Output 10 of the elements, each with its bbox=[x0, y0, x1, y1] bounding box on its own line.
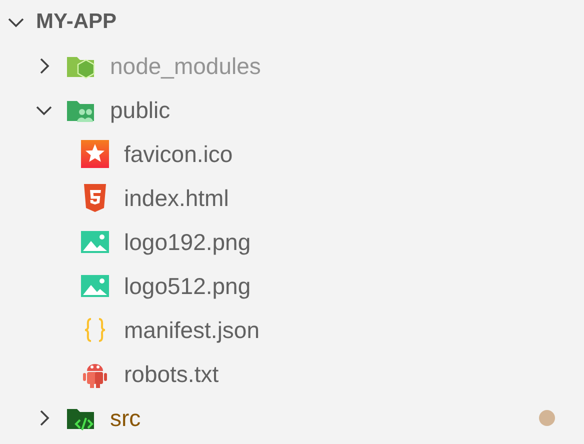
file-name[interactable]: logo512.png bbox=[124, 272, 251, 300]
file-name[interactable]: robots.txt bbox=[124, 360, 219, 388]
folder-name[interactable]: src bbox=[110, 404, 141, 432]
file-name[interactable]: manifest.json bbox=[124, 316, 260, 344]
modified-dot bbox=[539, 410, 555, 426]
folder-name[interactable]: MY-APP bbox=[36, 10, 117, 34]
file-name[interactable]: logo192.png bbox=[124, 228, 251, 256]
folder-name[interactable]: public bbox=[110, 96, 170, 124]
file-name[interactable]: favicon.ico bbox=[124, 140, 233, 168]
file-name[interactable]: index.html bbox=[124, 184, 229, 212]
